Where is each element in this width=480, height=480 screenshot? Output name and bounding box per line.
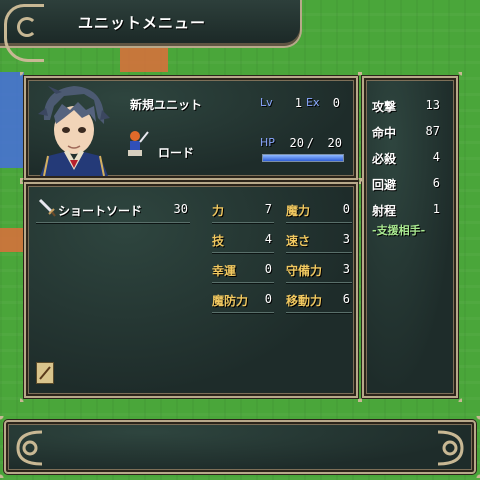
stat-underline	[212, 312, 274, 313]
move-tile[interactable]	[0, 72, 24, 96]
combat-stat-value: 1	[432, 202, 440, 216]
weapon-underline	[36, 222, 190, 223]
stats-panel: ショートソード 30 力 7 技 4 幸運 0 魔防力 0 魔力 0 速さ 3 守備力 3 移動力 6	[20, 178, 362, 402]
combat-stat-value: 13	[425, 98, 440, 112]
item-scroll-icon[interactable]	[36, 362, 54, 384]
sword-icon	[38, 198, 56, 217]
stat-label: 移動力	[286, 294, 323, 308]
unit-map-sprite-icon	[128, 131, 149, 156]
stat-value: 3	[342, 232, 350, 246]
stat-value: 3	[342, 262, 350, 276]
stat-underline	[212, 252, 274, 253]
support-label: -支援相手-	[372, 224, 426, 237]
stat-value: 0	[342, 202, 350, 216]
attack-tile[interactable]	[144, 48, 168, 72]
unit-class: ロード	[158, 146, 195, 160]
hp-max: 20	[327, 136, 342, 150]
combat-stat-value: 87	[425, 124, 440, 138]
exp-value: 0	[332, 96, 340, 110]
level-value: 1	[294, 96, 302, 110]
exp-label: Ex	[306, 96, 320, 109]
stat-label: 技	[212, 234, 225, 248]
stat-label: 守備力	[286, 264, 323, 278]
help-bar	[0, 416, 480, 478]
hp-separator: /	[306, 136, 314, 150]
combat-stat-label: 攻撃	[372, 100, 397, 114]
move-tile[interactable]	[0, 120, 24, 144]
stat-underline	[212, 222, 274, 223]
hp-label: HP	[260, 136, 275, 149]
move-tile[interactable]	[0, 96, 24, 120]
combat-stat-label: 必殺	[372, 152, 397, 166]
unit-name: 新規ユニット	[130, 98, 203, 112]
hp-bar-fill	[263, 155, 343, 161]
stat-underline	[286, 222, 352, 223]
move-tile[interactable]	[0, 144, 24, 168]
scroll-ornament-right-icon	[437, 430, 464, 466]
stat-underline	[212, 282, 274, 283]
weapon-name[interactable]: ショートソード	[58, 202, 142, 219]
attack-tile[interactable]	[120, 48, 144, 72]
combat-stats-panel: 攻撃 13 命中 87 必殺 4 回避 6 射程 1 -支援相手-	[358, 72, 462, 402]
stat-label: 魔力	[286, 204, 311, 218]
hp-current: 20	[289, 136, 304, 150]
level-label: Lv	[260, 96, 273, 109]
combat-stat-value: 4	[432, 150, 440, 164]
combat-stat-label: 回避	[372, 178, 397, 192]
combat-stat-label: 射程	[372, 204, 397, 218]
stat-value: 0	[264, 262, 272, 276]
hp-bar	[262, 154, 344, 162]
scroll-ornament-left-icon	[16, 430, 43, 466]
combat-stat-label: 命中	[372, 126, 397, 140]
stat-underline	[286, 312, 352, 313]
stat-underline	[286, 252, 352, 253]
stat-value: 4	[264, 232, 272, 246]
unit-info-panel: 新規ユニット Lv 1 Ex 0 ロード HP 20 / 20	[20, 72, 362, 184]
unit-portrait	[38, 86, 110, 176]
stat-label: 魔防力	[212, 294, 249, 308]
stat-value: 7	[264, 202, 272, 216]
stat-underline	[286, 282, 352, 283]
attack-tile[interactable]	[0, 228, 24, 252]
stat-label: 幸運	[212, 264, 237, 278]
weapon-uses: 30	[173, 202, 188, 216]
stat-label: 速さ	[286, 234, 311, 248]
combat-stat-value: 6	[432, 176, 440, 190]
menu-title: ユニットメニュー	[78, 14, 207, 32]
stat-label: 力	[212, 204, 225, 218]
menu-title-banner: ユニットメニュー	[0, 0, 302, 62]
stat-value: 6	[342, 292, 350, 306]
stat-value: 0	[264, 292, 272, 306]
scroll-ornament-icon	[4, 4, 44, 62]
